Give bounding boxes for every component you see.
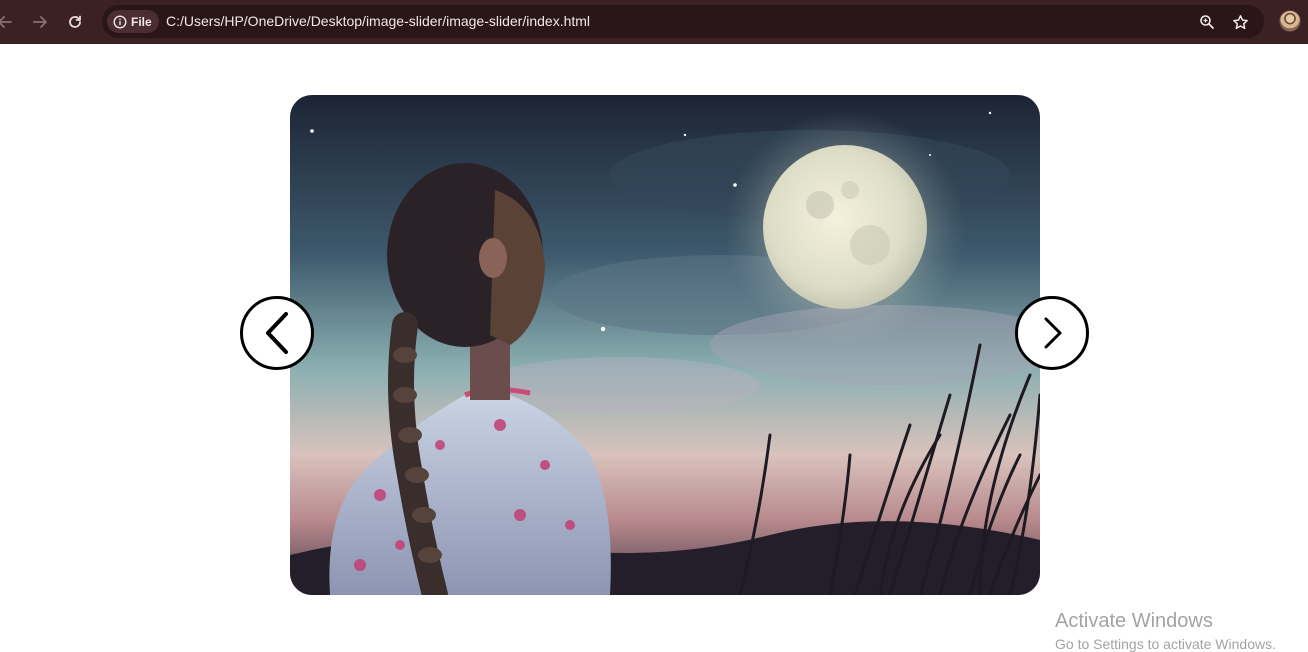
windows-activation-watermark: Activate Windows Go to Settings to activ…	[1055, 610, 1276, 652]
chevron-left-icon	[266, 312, 288, 354]
watermark-subtitle: Go to Settings to activate Windows.	[1055, 636, 1276, 652]
zoom-icon	[1200, 15, 1214, 29]
profile-avatar[interactable]	[1279, 10, 1301, 32]
reload-icon	[69, 15, 81, 28]
forward-arrow-icon	[33, 16, 47, 28]
watermark-title: Activate Windows	[1055, 610, 1213, 632]
browser-toolbar: File C:/Users/HP/OneDrive/Desktop/image-…	[0, 0, 1308, 44]
info-icon	[113, 14, 127, 29]
slide-illustration	[290, 95, 1040, 595]
slider-image	[290, 95, 1040, 595]
back-button[interactable]	[0, 11, 16, 33]
forward-button[interactable]	[29, 11, 51, 33]
site-chip-label: File	[131, 14, 152, 29]
bookmark-button[interactable]	[1230, 12, 1250, 32]
chevron-right-icon	[1044, 317, 1062, 349]
next-slide-button[interactable]	[1015, 296, 1089, 370]
url-text[interactable]: C:/Users/HP/OneDrive/Desktop/image-slide…	[166, 13, 590, 29]
back-arrow-icon	[0, 16, 12, 28]
reload-button[interactable]	[64, 11, 86, 33]
address-bar[interactable]: File C:/Users/HP/OneDrive/Desktop/image-…	[102, 5, 1264, 38]
star-icon	[1232, 14, 1248, 29]
prev-slide-button[interactable]	[240, 296, 314, 370]
site-info-chip[interactable]: File	[107, 10, 159, 33]
zoom-button[interactable]	[1197, 12, 1217, 32]
